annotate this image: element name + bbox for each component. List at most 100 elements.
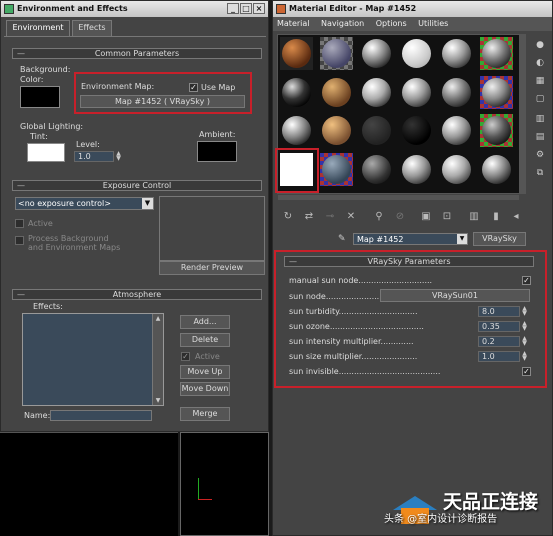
material-slot[interactable] <box>479 151 514 187</box>
exposure-dropdown[interactable]: <no exposure control> ▼ <box>15 197 154 210</box>
move-up-button[interactable]: Move Up <box>180 365 230 379</box>
environment-map-button[interactable]: Map #1452 ( VRaySky ) <box>80 95 245 108</box>
select-by-material-icon[interactable]: ⧉ <box>533 166 547 180</box>
merge-button[interactable]: Merge <box>180 407 230 421</box>
effect-name-input[interactable] <box>50 410 152 421</box>
put-to-scene-icon[interactable]: ⇄ <box>302 210 316 224</box>
material-slot[interactable] <box>359 113 394 148</box>
render-preview-button[interactable]: Render Preview <box>159 261 265 275</box>
menu-material[interactable]: Material <box>277 19 310 28</box>
sun-ozone-arrows[interactable]: ▲ ▼ <box>521 321 528 332</box>
material-slot[interactable] <box>399 36 434 71</box>
material-slot[interactable] <box>319 151 354 187</box>
options-icon[interactable]: ⚙ <box>533 148 547 162</box>
background-pattern-icon[interactable]: ▦ <box>533 74 547 88</box>
exposure-control-rollout[interactable]: — Exposure Control <box>12 180 262 191</box>
sun-invisible-checkbox[interactable]: ✓ <box>522 367 531 376</box>
atmosphere-active-checkbox[interactable]: ✓ <box>181 352 190 361</box>
tint-color-swatch[interactable] <box>27 143 65 162</box>
make-unique-icon[interactable]: ⚲ <box>372 210 386 224</box>
add-effect-button[interactable]: Add... <box>180 315 230 329</box>
manual-sun-node-checkbox[interactable]: ✓ <box>522 276 531 285</box>
sun-intensity-multiplier-arrows[interactable]: ▲ ▼ <box>521 336 528 347</box>
viewport-right[interactable] <box>180 432 269 536</box>
material-slot[interactable] <box>319 113 354 148</box>
move-down-button[interactable]: Move Down <box>180 382 230 396</box>
show-end-result-icon[interactable]: ▥ <box>467 210 481 224</box>
common-parameters-rollout[interactable]: — Common Parameters <box>12 48 262 59</box>
effects-list-scrollbar[interactable]: ▲ ▼ <box>152 314 163 405</box>
menu-options[interactable]: Options <box>376 19 407 28</box>
mat-title-bar[interactable]: Material Editor - Map #1452 <box>273 1 552 17</box>
go-to-parent-icon[interactable]: ▮ <box>489 210 503 224</box>
make-preview-icon[interactable]: ▤ <box>533 130 547 144</box>
sun-turbidity-spinner[interactable]: 8.0 <box>478 306 520 317</box>
uv-tiling-icon[interactable]: ▢ <box>533 92 547 106</box>
pick-material-icon[interactable]: ✎ <box>338 233 350 245</box>
reset-map-icon[interactable]: ✕ <box>344 210 358 224</box>
material-slot[interactable] <box>359 151 394 187</box>
material-slot[interactable] <box>279 113 314 148</box>
go-forward-sibling-icon[interactable]: ◂ <box>509 210 523 224</box>
material-slot[interactable] <box>439 151 474 187</box>
material-slot[interactable] <box>439 113 474 148</box>
process-background-checkbox[interactable] <box>15 236 24 245</box>
material-slot[interactable] <box>399 151 434 187</box>
material-slot[interactable] <box>319 36 354 71</box>
maximize-icon[interactable]: □ <box>240 3 252 14</box>
material-editor-icon <box>276 4 286 14</box>
material-slot[interactable] <box>479 74 514 110</box>
delete-effect-button[interactable]: Delete <box>180 333 230 347</box>
menu-navigation[interactable]: Navigation <box>321 19 364 28</box>
tab-effects[interactable]: Effects <box>72 20 112 36</box>
close-icon[interactable]: × <box>253 3 265 14</box>
material-slot[interactable] <box>319 74 354 110</box>
minimize-icon[interactable]: _ <box>227 3 239 14</box>
slots-scrollbar-h[interactable] <box>277 194 520 201</box>
level-spinner[interactable]: 1.0 <box>74 151 114 162</box>
material-slot[interactable] <box>479 36 514 71</box>
atmosphere-rollout[interactable]: — Atmosphere <box>12 289 262 300</box>
map-name-dropdown[interactable]: Map #1452 ▼ <box>353 233 468 245</box>
sun-node-button[interactable]: VRaySun01 <box>380 289 530 302</box>
sun-turbidity-arrows[interactable]: ▲ ▼ <box>521 306 528 317</box>
material-slot[interactable] <box>279 36 314 71</box>
sun-size-multiplier-spinner[interactable]: 1.0 <box>478 351 520 362</box>
assign-to-selection-icon[interactable]: ⊸ <box>323 210 337 224</box>
use-map-checkbox[interactable]: ✓ <box>189 83 198 92</box>
material-slot[interactable] <box>399 74 434 110</box>
background-color-swatch[interactable] <box>20 86 60 108</box>
get-material-icon[interactable]: ↻ <box>281 210 295 224</box>
map-type-button[interactable]: VRaySky <box>473 232 526 246</box>
sun-ozone-spinner[interactable]: 0.35 <box>478 321 520 332</box>
material-effects-channel-icon[interactable]: ▣ <box>419 210 433 224</box>
exposure-active-checkbox[interactable] <box>15 219 24 228</box>
menu-utilities[interactable]: Utilities <box>418 19 448 28</box>
material-slot[interactable] <box>439 36 474 71</box>
viewport-left[interactable] <box>0 432 178 536</box>
material-slot[interactable] <box>279 74 314 110</box>
ambient-color-swatch[interactable] <box>197 141 237 162</box>
material-slot[interactable] <box>479 113 514 148</box>
show-map-in-viewport-icon[interactable]: ⊡ <box>440 210 454 224</box>
material-slot[interactable] <box>399 113 434 148</box>
scroll-down-icon[interactable]: ▼ <box>153 396 163 405</box>
env-title-bar[interactable]: Environment and Effects _ □ × <box>1 1 268 17</box>
active-slot-highlight <box>275 148 319 193</box>
effects-list[interactable] <box>22 313 164 406</box>
backlight-icon[interactable]: ◐ <box>533 56 547 70</box>
material-slot[interactable] <box>359 36 394 71</box>
sun-size-multiplier-arrows[interactable]: ▲ ▼ <box>521 351 528 362</box>
sample-type-icon[interactable]: ● <box>533 38 547 52</box>
vraysky-parameters-rollout[interactable]: — VRaySky Parameters <box>284 256 534 267</box>
slots-scrollbar-v[interactable] <box>520 34 526 194</box>
material-slot[interactable] <box>359 74 394 110</box>
put-to-library-icon[interactable]: ⊘ <box>393 210 407 224</box>
tab-environment[interactable]: Environment <box>6 20 70 36</box>
level-spinner-arrows[interactable]: ▲ ▼ <box>115 151 122 162</box>
sun-intensity-multiplier-spinner[interactable]: 0.2 <box>478 336 520 347</box>
scroll-up-icon[interactable]: ▲ <box>153 314 163 323</box>
sun-node-label: sun node......................... <box>289 292 390 301</box>
video-color-check-icon[interactable]: ▥ <box>533 112 547 126</box>
material-slot[interactable] <box>439 74 474 110</box>
